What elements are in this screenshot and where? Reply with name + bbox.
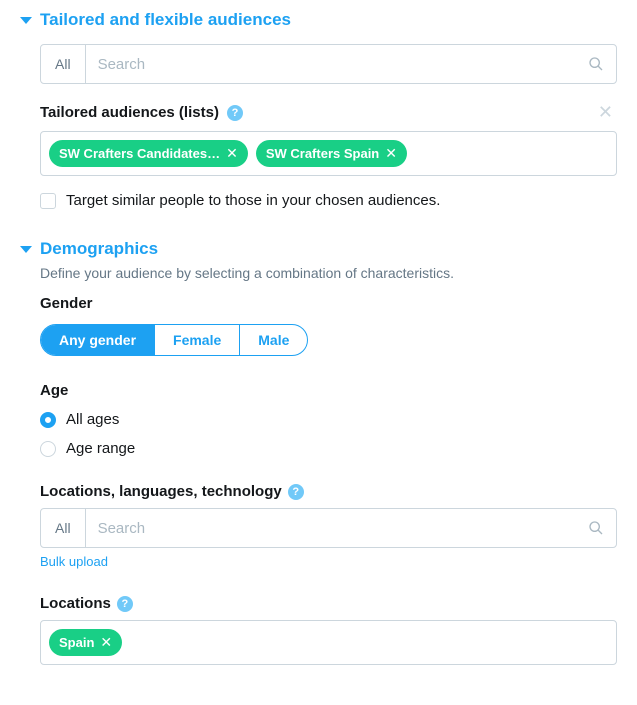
target-similar-label: Target similar people to those in your c…: [66, 192, 440, 209]
llt-search-input[interactable]: [86, 509, 576, 547]
audience-chip[interactable]: SW Crafters Spain ✕: [256, 140, 407, 167]
search-icon: [576, 45, 616, 83]
search-icon: [576, 509, 616, 547]
gender-pill-group: Any gender Female Male: [40, 324, 308, 356]
caret-down-icon: [20, 246, 32, 253]
section-demographics-header[interactable]: Demographics: [20, 239, 617, 259]
chip-remove-icon[interactable]: ✕: [385, 145, 397, 162]
llt-search-wrap: All: [40, 508, 617, 548]
age-all-label: All ages: [66, 411, 119, 428]
chip-remove-icon[interactable]: ✕: [226, 145, 238, 162]
age-all-radio[interactable]: [40, 412, 56, 428]
section-tailored-header[interactable]: Tailored and flexible audiences: [20, 10, 617, 30]
help-icon[interactable]: ?: [227, 105, 243, 121]
location-chip[interactable]: Spain ✕: [49, 629, 122, 656]
audience-chip[interactable]: SW Crafters Candidates… ✕: [49, 140, 248, 167]
gender-label: Gender: [40, 295, 617, 312]
gender-male[interactable]: Male: [240, 325, 307, 355]
demographics-desc: Define your audience by selecting a comb…: [40, 265, 617, 281]
help-icon[interactable]: ?: [288, 484, 304, 500]
locations-label: Locations ?: [40, 595, 617, 612]
age-label: Age: [40, 382, 617, 399]
section-tailored-title: Tailored and flexible audiences: [40, 10, 291, 30]
section-demographics-title: Demographics: [40, 239, 158, 259]
target-similar-checkbox[interactable]: [40, 193, 56, 209]
chip-label: SW Crafters Spain: [266, 146, 379, 161]
gender-any[interactable]: Any gender: [41, 325, 155, 355]
bulk-upload-link[interactable]: Bulk upload: [40, 554, 108, 569]
audience-search-wrap: All: [40, 44, 617, 84]
age-range-label: Age range: [66, 440, 135, 457]
help-icon[interactable]: ?: [117, 596, 133, 612]
gender-female[interactable]: Female: [155, 325, 240, 355]
close-icon[interactable]: ✕: [594, 102, 617, 123]
llt-search-scope[interactable]: All: [41, 509, 86, 547]
caret-down-icon: [20, 17, 32, 24]
chip-remove-icon[interactable]: ✕: [100, 634, 112, 651]
audience-search-scope[interactable]: All: [41, 45, 86, 83]
chip-label: SW Crafters Candidates…: [59, 146, 220, 161]
llt-label: Locations, languages, technology ?: [40, 483, 617, 500]
tailored-lists-label: Tailored audiences (lists): [40, 104, 219, 121]
chip-label: Spain: [59, 635, 94, 650]
age-range-radio[interactable]: [40, 441, 56, 457]
locations-chip-box: Spain ✕: [40, 620, 617, 665]
audience-search-input[interactable]: [86, 45, 576, 83]
tailored-chip-box: SW Crafters Candidates… ✕ SW Crafters Sp…: [40, 131, 617, 176]
